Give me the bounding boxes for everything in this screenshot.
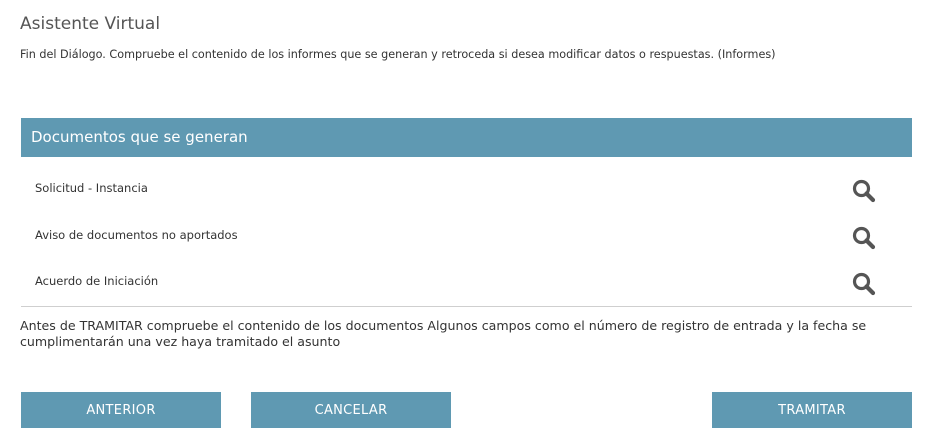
tramitar-note: Antes de TRAMITAR compruebe el contenido… bbox=[20, 318, 867, 349]
page-title: Asistente Virtual bbox=[20, 14, 161, 34]
tramitar-button[interactable]: TRAMITAR bbox=[712, 392, 912, 428]
cancelar-button[interactable]: CANCELAR bbox=[251, 392, 451, 428]
document-label-acuerdo: Acuerdo de Iniciación bbox=[35, 274, 159, 288]
document-label-aviso: Aviso de documentos no aportados bbox=[35, 227, 238, 242]
list-item: Acuerdo de Iniciación bbox=[21, 258, 912, 305]
search-icon[interactable] bbox=[851, 225, 877, 251]
documents-list: Solicitud - Instancia Aviso de documento… bbox=[21, 157, 912, 307]
search-icon[interactable] bbox=[851, 271, 877, 297]
list-item: Aviso de documentos no aportados bbox=[21, 212, 912, 259]
documents-panel: Documentos que se generan Solicitud - In… bbox=[21, 118, 912, 307]
anterior-button[interactable]: ANTERIOR bbox=[21, 392, 221, 428]
virtual-assistant-page: Asistente Virtual Fin del Diálogo. Compr… bbox=[0, 0, 933, 442]
documents-panel-header: Documentos que se generan bbox=[21, 118, 912, 157]
list-item: Solicitud - Instancia bbox=[21, 165, 912, 212]
search-icon[interactable] bbox=[851, 178, 877, 204]
document-label-solicitud: Solicitud - Instancia bbox=[35, 181, 148, 195]
page-subtitle: Fin del Diálogo. Compruebe el contenido … bbox=[20, 48, 776, 61]
